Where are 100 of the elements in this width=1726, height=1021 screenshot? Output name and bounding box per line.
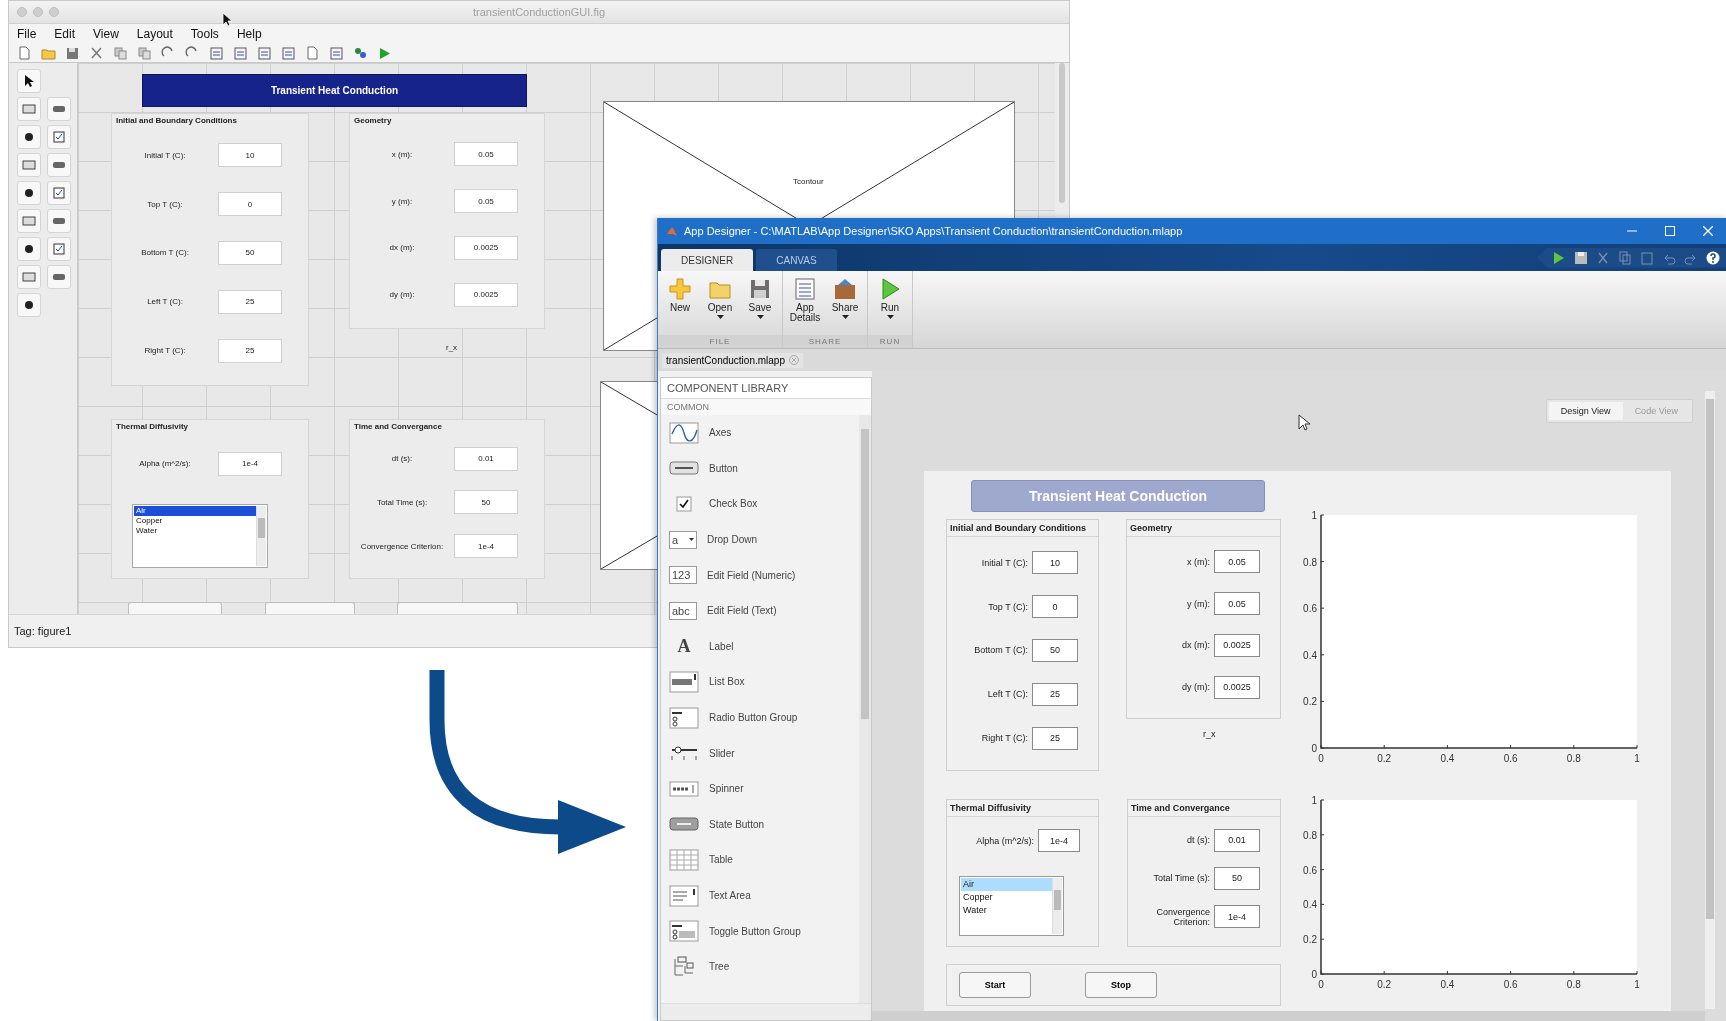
tool-icon[interactable] (353, 45, 368, 61)
paste-icon[interactable] (137, 45, 152, 61)
palette-button[interactable] (17, 69, 41, 93)
toolstrip-button[interactable]: New (662, 277, 698, 335)
menu-item[interactable]: Help (236, 27, 262, 41)
menu-item[interactable]: Layout (136, 27, 173, 41)
align-icon[interactable] (209, 45, 224, 61)
library-item[interactable]: a Drop Down (661, 521, 859, 558)
library-item[interactable]: List Box (661, 664, 859, 700)
input-field[interactable]: 1e-4 (1214, 905, 1260, 929)
toolstrip-button[interactable]: Run (872, 277, 908, 335)
list-item[interactable]: Water (134, 526, 256, 536)
input-field[interactable]: 1e-4 (454, 534, 518, 559)
list-item[interactable]: Copper (961, 891, 1052, 904)
tool-icon[interactable] (329, 45, 344, 61)
document-icon[interactable] (305, 45, 320, 61)
input-field[interactable]: 25 (1032, 726, 1078, 750)
library-item[interactable]: State Button (661, 806, 859, 843)
input-field[interactable]: 1e-4 (218, 451, 282, 476)
input-field[interactable]: 0.0025 (1214, 675, 1260, 699)
input-field[interactable]: 50 (218, 241, 282, 265)
library-item[interactable]: Button (661, 450, 859, 487)
input-field[interactable]: 0.01 (1214, 828, 1260, 852)
ribbon-tab[interactable]: CANVAS (756, 249, 837, 271)
palette-button[interactable] (17, 125, 41, 149)
input-field[interactable]: 0.0025 (454, 235, 518, 260)
input-field[interactable]: 0.0025 (1214, 633, 1260, 657)
input-field[interactable]: 25 (1032, 682, 1078, 706)
menu-item[interactable]: Tools (190, 27, 219, 41)
ribbon-tab[interactable]: DESIGNER (661, 249, 754, 271)
palette-button[interactable] (17, 181, 41, 205)
input-field[interactable]: 50 (1032, 639, 1078, 662)
input-field[interactable]: 10 (1032, 551, 1078, 575)
scrollbar[interactable] (872, 1011, 1705, 1021)
new-file-icon[interactable] (17, 45, 32, 61)
document-tab[interactable]: transientConduction.mlapp (662, 352, 803, 368)
button-outline[interactable] (128, 602, 222, 614)
library-item[interactable]: Table (661, 842, 859, 878)
view-toggle-button[interactable]: Design View (1548, 402, 1623, 420)
paste-icon[interactable] (1639, 249, 1655, 266)
list-item[interactable]: Air (134, 506, 256, 516)
library-item[interactable]: Toggle Button Group (661, 913, 859, 949)
scrollbar[interactable] (1705, 391, 1715, 1009)
close-icon[interactable] (788, 355, 799, 365)
help-icon[interactable] (1705, 249, 1721, 266)
menu-item[interactable]: File (17, 27, 37, 41)
input-field[interactable]: 50 (454, 490, 518, 515)
push-button[interactable]: Start (959, 972, 1031, 998)
list-item[interactable]: Copper (134, 516, 256, 526)
input-field[interactable]: 0.05 (454, 189, 518, 214)
editor-icon[interactable] (233, 45, 248, 61)
input-field[interactable]: 0 (1032, 595, 1078, 619)
toolstrip-button[interactable]: App Details (787, 277, 823, 335)
input-field[interactable]: 25 (218, 289, 282, 314)
library-item[interactable]: Axes (661, 415, 859, 451)
menu-item[interactable]: View (93, 27, 119, 41)
tool-icon[interactable] (281, 45, 296, 61)
input-field[interactable]: 0.01 (454, 446, 518, 471)
input-field[interactable]: 0.05 (454, 142, 518, 167)
scrollbar[interactable] (859, 415, 871, 1003)
toolstrip-button[interactable]: Open (702, 277, 738, 335)
scrollbar[interactable] (1059, 63, 1065, 203)
library-item[interactable]: 123 Edit Field (Numeric) (661, 557, 859, 593)
input-field[interactable]: 0.05 (1214, 592, 1260, 616)
save-icon[interactable] (1573, 249, 1589, 266)
palette-button[interactable] (17, 293, 41, 317)
button-outline[interactable] (397, 602, 518, 614)
list-box[interactable]: Air Copper Water (959, 876, 1064, 936)
button-outline[interactable] (265, 602, 355, 614)
scrollbar[interactable] (1052, 878, 1062, 934)
input-field[interactable]: 0.05 (1214, 550, 1260, 574)
scissors-icon[interactable] (89, 45, 104, 61)
palette-button[interactable] (17, 237, 41, 261)
scrollbar[interactable] (256, 506, 266, 566)
input-field[interactable]: 50 (1214, 867, 1260, 890)
toolstrip-button[interactable]: Share (827, 277, 863, 335)
library-item[interactable]: Check Box (661, 486, 859, 522)
copy-icon[interactable] (113, 45, 128, 61)
input-field[interactable]: 0 (218, 192, 282, 217)
list-item[interactable]: Air (961, 878, 1052, 891)
library-item[interactable]: Slider (661, 735, 859, 771)
tool-icon[interactable] (257, 45, 272, 61)
list-box[interactable]: Air Copper Water (132, 504, 268, 568)
library-item[interactable]: Radio Button Group (661, 699, 859, 736)
input-field[interactable]: 0.0025 (454, 282, 518, 307)
library-item[interactable]: Tree (661, 948, 859, 985)
toolstrip-button[interactable]: Save (742, 277, 778, 335)
library-item[interactable]: Text Area (661, 877, 859, 914)
input-field[interactable]: 10 (218, 143, 282, 168)
copy-icon[interactable] (1617, 249, 1633, 266)
library-item[interactable]: abc Edit Field (Text) (661, 592, 859, 629)
library-item[interactable]: Spinner (661, 770, 859, 807)
push-button[interactable]: Stop (1085, 972, 1157, 998)
library-item[interactable]: A Label (661, 628, 859, 665)
list-item[interactable]: Water (961, 904, 1052, 917)
input-field[interactable]: 1e-4 (1038, 829, 1080, 852)
run-icon[interactable] (377, 45, 392, 61)
save-icon[interactable] (65, 45, 80, 61)
input-field[interactable]: 25 (218, 338, 282, 363)
menu-item[interactable]: Edit (54, 27, 76, 41)
